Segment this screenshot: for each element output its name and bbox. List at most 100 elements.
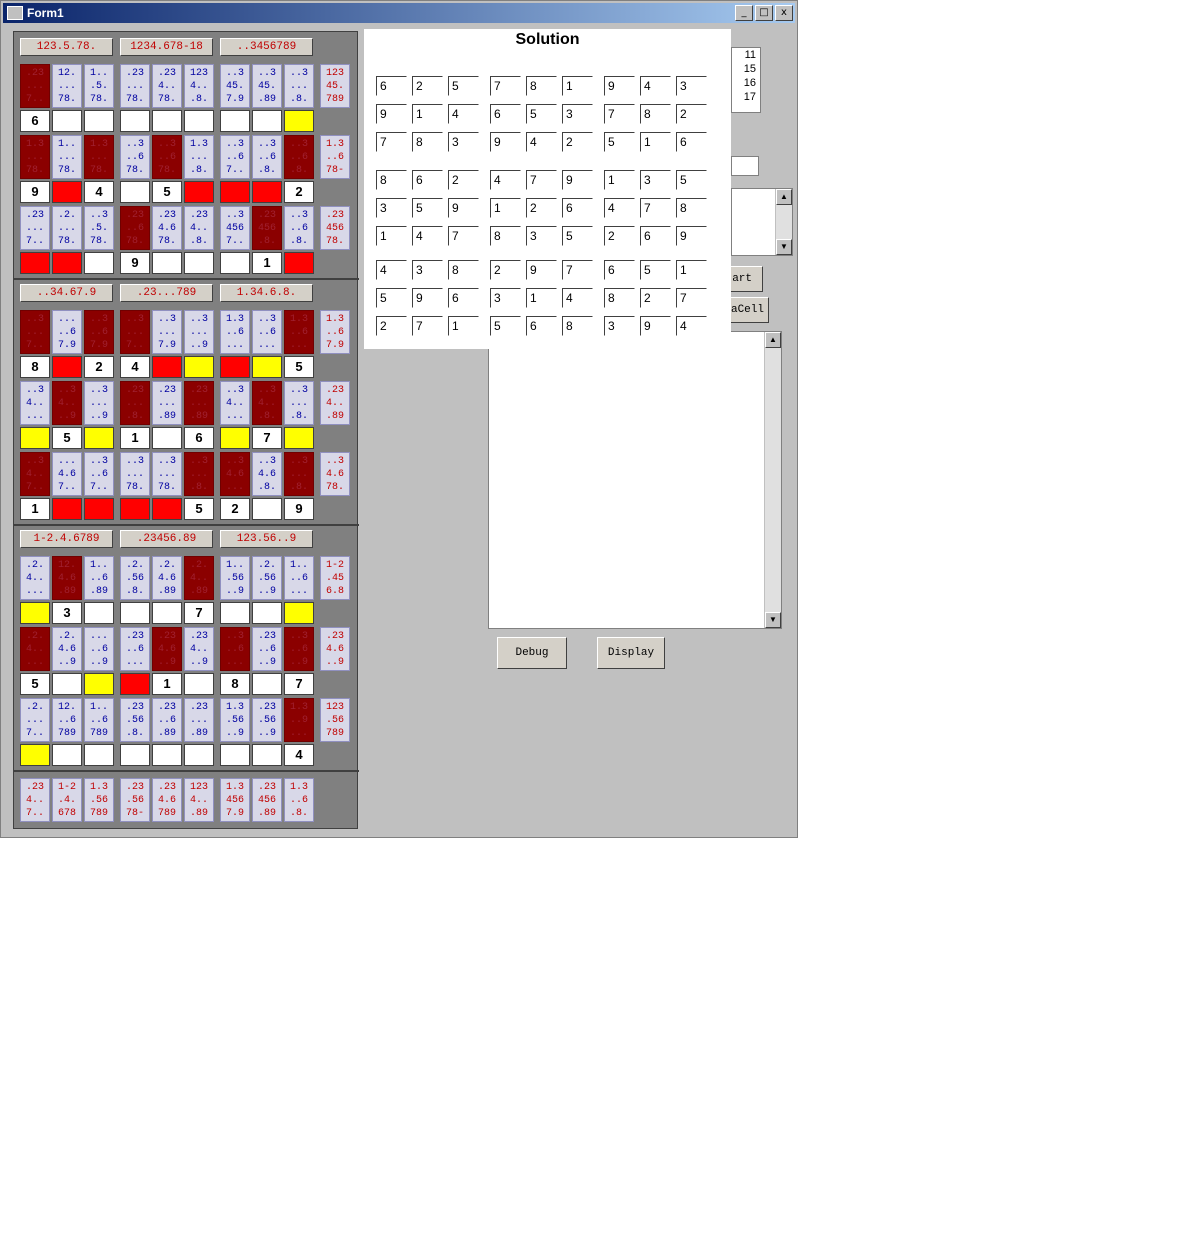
solution-cell[interactable]: 7 (640, 198, 671, 218)
value-cell[interactable] (84, 427, 114, 449)
candidate-cell[interactable]: ..3 456 7.. (220, 206, 250, 250)
value-cell[interactable]: 4 (120, 356, 150, 378)
candidate-cell[interactable]: ..3 ... .8. (284, 452, 314, 496)
solution-cell[interactable]: 7 (562, 260, 593, 280)
value-cell[interactable] (84, 602, 114, 624)
solution-cell[interactable]: 3 (676, 76, 707, 96)
solution-cell[interactable]: 1 (562, 76, 593, 96)
value-cell[interactable]: 7 (252, 427, 282, 449)
value-cell[interactable] (120, 181, 150, 203)
solution-cell[interactable]: 6 (640, 226, 671, 246)
solution-cell[interactable]: 7 (412, 316, 443, 336)
value-cell[interactable] (284, 110, 314, 132)
solution-cell[interactable]: 6 (376, 76, 407, 96)
display-button[interactable]: Display (597, 637, 665, 669)
candidate-cell[interactable]: .23 456 .8. (252, 206, 282, 250)
candidate-cell[interactable]: 1.. ..6 .89 (84, 556, 114, 600)
solution-cell[interactable]: 4 (526, 132, 557, 152)
value-cell[interactable] (152, 427, 182, 449)
candidate-cell[interactable]: ..3 ... 7.9 (152, 310, 182, 354)
value-cell[interactable] (120, 602, 150, 624)
solution-cell[interactable]: 1 (604, 170, 635, 190)
candidate-cell[interactable]: .2. ... 78. (52, 206, 82, 250)
solution-cell[interactable]: 2 (526, 198, 557, 218)
solution-cell[interactable]: 5 (490, 316, 521, 336)
candidate-cell[interactable]: ..3 45. .89 (252, 64, 282, 108)
solution-cell[interactable]: 5 (604, 132, 635, 152)
candidate-cell[interactable]: 12. ..6 789 (52, 698, 82, 742)
solution-cell[interactable]: 4 (412, 226, 443, 246)
value-cell[interactable] (52, 673, 82, 695)
value-cell[interactable] (152, 602, 182, 624)
value-cell[interactable] (152, 356, 182, 378)
candidate-cell[interactable]: .23 .56 .8. (120, 698, 150, 742)
candidate-cell[interactable]: .23 ... 7.. (20, 64, 50, 108)
candidate-cell[interactable]: 1.3 ... 78. (84, 135, 114, 179)
value-cell[interactable]: 3 (52, 602, 82, 624)
solution-cell[interactable]: 7 (526, 170, 557, 190)
value-cell[interactable] (220, 602, 250, 624)
candidate-cell[interactable]: ..3 ..6 78. (152, 135, 182, 179)
value-cell[interactable] (84, 498, 114, 520)
value-cell[interactable]: 1 (252, 252, 282, 274)
side-list-item[interactable]: 16 (732, 76, 756, 90)
candidate-cell[interactable]: ..3 45. 7.9 (220, 64, 250, 108)
solution-cell[interactable]: 1 (448, 316, 479, 336)
candidate-cell[interactable]: ..3 ..6 7.. (84, 452, 114, 496)
side-text-field[interactable] (731, 156, 759, 176)
value-cell[interactable]: 4 (284, 744, 314, 766)
solution-cell[interactable]: 9 (562, 170, 593, 190)
candidate-cell[interactable]: .2. .56 ..9 (252, 556, 282, 600)
solution-cell[interactable]: 7 (604, 104, 635, 124)
solution-cell[interactable]: 4 (676, 316, 707, 336)
solution-cell[interactable]: 6 (526, 316, 557, 336)
solution-cell[interactable]: 5 (448, 76, 479, 96)
maximize-button[interactable]: □ (755, 5, 773, 21)
value-cell[interactable]: 9 (284, 498, 314, 520)
candidate-cell[interactable]: .23 4.6 ..9 (152, 627, 182, 671)
value-cell[interactable]: 5 (184, 498, 214, 520)
side-memo[interactable]: ▲ ▼ (731, 188, 793, 256)
candidate-cell[interactable]: 1.3 ..6 ... (284, 310, 314, 354)
candidate-cell[interactable]: .23 ... 7.. (20, 206, 50, 250)
scroll-down-icon[interactable]: ▼ (765, 612, 781, 628)
value-cell[interactable] (184, 252, 214, 274)
value-cell[interactable] (20, 744, 50, 766)
candidate-cell[interactable]: ..3 4.. ... (20, 381, 50, 425)
value-cell[interactable] (152, 498, 182, 520)
value-cell[interactable] (220, 356, 250, 378)
candidate-cell[interactable]: 1.. .5. 78. (84, 64, 114, 108)
side-number-list[interactable]: 11 15 16 17 (731, 47, 761, 113)
value-cell[interactable] (52, 744, 82, 766)
candidate-cell[interactable]: 1.. ..6 789 (84, 698, 114, 742)
value-cell[interactable] (184, 673, 214, 695)
solution-cell[interactable]: 8 (448, 260, 479, 280)
solution-cell[interactable]: 4 (640, 76, 671, 96)
value-cell[interactable] (252, 498, 282, 520)
solution-cell[interactable]: 1 (412, 104, 443, 124)
solution-cell[interactable]: 5 (676, 170, 707, 190)
candidate-cell[interactable]: ..3 4.6 ... (220, 452, 250, 496)
candidate-cell[interactable]: 1.. .56 ..9 (220, 556, 250, 600)
solution-cell[interactable]: 7 (376, 132, 407, 152)
candidate-cell[interactable]: ..3 .5. 78. (84, 206, 114, 250)
solution-cell[interactable]: 3 (604, 316, 635, 336)
candidate-cell[interactable]: ..3 ..6 78. (120, 135, 150, 179)
solution-cell[interactable]: 2 (448, 170, 479, 190)
value-cell[interactable]: 1 (20, 498, 50, 520)
value-cell[interactable] (220, 427, 250, 449)
value-cell[interactable] (252, 602, 282, 624)
solution-cell[interactable]: 4 (604, 198, 635, 218)
solution-cell[interactable]: 7 (448, 226, 479, 246)
value-cell[interactable] (252, 744, 282, 766)
value-cell[interactable] (252, 356, 282, 378)
candidate-cell[interactable]: ..3 ..6 ..9 (284, 627, 314, 671)
solution-cell[interactable]: 6 (676, 132, 707, 152)
candidate-cell[interactable]: .23 4.. ..9 (184, 627, 214, 671)
value-cell[interactable] (152, 744, 182, 766)
solution-cell[interactable]: 6 (490, 104, 521, 124)
solution-cell[interactable]: 2 (640, 288, 671, 308)
solution-cell[interactable]: 9 (412, 288, 443, 308)
candidate-cell[interactable]: ..3 ... 7.. (120, 310, 150, 354)
solution-cell[interactable]: 3 (526, 226, 557, 246)
